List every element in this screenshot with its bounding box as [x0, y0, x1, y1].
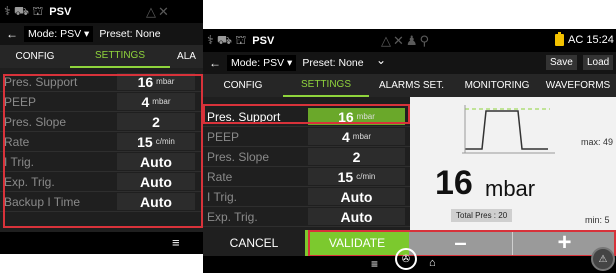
tab-waveforms[interactable]: WAVEFORMS: [540, 74, 616, 97]
cancel-button[interactable]: CANCEL: [203, 230, 305, 256]
param-row[interactable]: Exp. Trig. Auto: [203, 207, 410, 227]
foreground-screen: ⚕ ⛟ ⛫ PSV △✕♟⚲ AC 15:24 ← Mode: PSV ▾ Pr…: [203, 29, 616, 273]
param-row[interactable]: Pres. Slope 2: [203, 147, 410, 167]
patient-icons: ⚕ ⛟ ⛫: [4, 3, 44, 18]
tab-config[interactable]: CONFIG: [0, 45, 70, 68]
alarm-status-icons: △✕♟⚲: [381, 32, 432, 48]
param-value[interactable]: 4 mbar: [308, 128, 405, 145]
tab-config[interactable]: CONFIG: [203, 74, 283, 97]
status-bar: ⚕ ⛟ ⛫ PSV △✕: [0, 0, 203, 23]
highlight-frame: [308, 230, 616, 257]
tab-bar: CONFIG SETTINGS ALA: [0, 45, 203, 68]
param-label: PEEP: [207, 129, 240, 144]
mode-bar: ← Mode: PSV ▾ Preset: None: [0, 23, 203, 45]
pressure-waveform-icon: [462, 105, 555, 154]
param-value[interactable]: 2: [308, 148, 405, 165]
param-row[interactable]: I Trig. Auto: [203, 187, 410, 207]
home-icon[interactable]: ⌂: [429, 257, 436, 269]
param-label: Pres. Slope: [207, 149, 270, 164]
param-label: I Trig.: [207, 189, 238, 204]
tab-settings[interactable]: SETTINGS: [283, 74, 369, 97]
min-limit-label: min: 5: [585, 215, 610, 225]
status-mode: PSV: [252, 34, 275, 47]
mode-bar: ← Mode: PSV ▾ Preset: None ⌄ Save Load: [203, 52, 616, 74]
highlight-frame-row: [203, 104, 410, 124]
highlight-frame: [3, 74, 203, 228]
save-button[interactable]: Save: [546, 55, 577, 70]
back-arrow-icon[interactable]: ←: [6, 27, 18, 41]
load-button[interactable]: Load: [583, 55, 614, 70]
tab-alarms-set[interactable]: ALARMS SET.: [369, 74, 454, 97]
tab-monitoring[interactable]: MONITORING: [454, 74, 540, 97]
navigation-bar: ≡: [0, 232, 203, 254]
status-mode: PSV: [49, 5, 72, 18]
back-arrow-icon[interactable]: ←: [209, 56, 221, 70]
tab-bar: CONFIG SETTINGS ALARMS SET. MONITORING W…: [203, 74, 616, 97]
selected-value: 16: [435, 164, 473, 202]
settings-list: Pres. Support 16 mbar PEEP 4 mbar Pres. Sl…: [203, 107, 410, 227]
param-value[interactable]: Auto: [308, 208, 405, 225]
chevron-down-icon[interactable]: ⌄: [376, 53, 386, 67]
menu-icon[interactable]: ≡: [172, 235, 180, 250]
status-bar: ⚕ ⛟ ⛫ PSV △✕♟⚲ AC 15:24: [203, 29, 616, 52]
param-label: Exp. Trig.: [207, 209, 258, 224]
param-label: Rate: [207, 169, 233, 184]
battery-label: AC 15:24: [568, 34, 614, 46]
param-row[interactable]: Rate 15 c/min: [203, 167, 410, 187]
battery-status: AC 15:24: [555, 32, 614, 46]
param-row[interactable]: PEEP 4 mbar: [203, 127, 410, 147]
selected-unit: mbar: [485, 176, 536, 201]
alarm-status-icons: △✕: [146, 3, 171, 19]
alarm-bell-icon[interactable]: ⚠: [591, 247, 615, 271]
mode-select[interactable]: Mode: PSV ▾: [227, 55, 297, 71]
total-pressure-badge: Total Pres : 20: [451, 209, 513, 222]
tab-settings[interactable]: SETTINGS: [70, 45, 170, 68]
preset-label[interactable]: Preset: None: [99, 28, 160, 40]
menu-icon[interactable]: ≡: [371, 257, 378, 271]
mode-select[interactable]: Mode: PSV ▾: [24, 26, 94, 42]
preset-label[interactable]: Preset: None: [302, 57, 363, 69]
param-value[interactable]: Auto: [308, 188, 405, 205]
background-screen: ⚕ ⛟ ⛫ PSV △✕ ← Mode: PSV ▾ Preset: None …: [0, 0, 203, 254]
param-value[interactable]: 15 c/min: [308, 168, 405, 185]
max-limit-label: max: 49: [581, 137, 614, 147]
battery-icon: [555, 32, 564, 46]
navigation-bar: ≡ ✇ ⌂ ⚠: [203, 247, 616, 273]
tab-alarms[interactable]: ALA: [170, 45, 203, 68]
patient-icons: ⚕ ⛟ ⛫: [207, 32, 247, 47]
fan-icon[interactable]: ✇: [395, 248, 417, 270]
